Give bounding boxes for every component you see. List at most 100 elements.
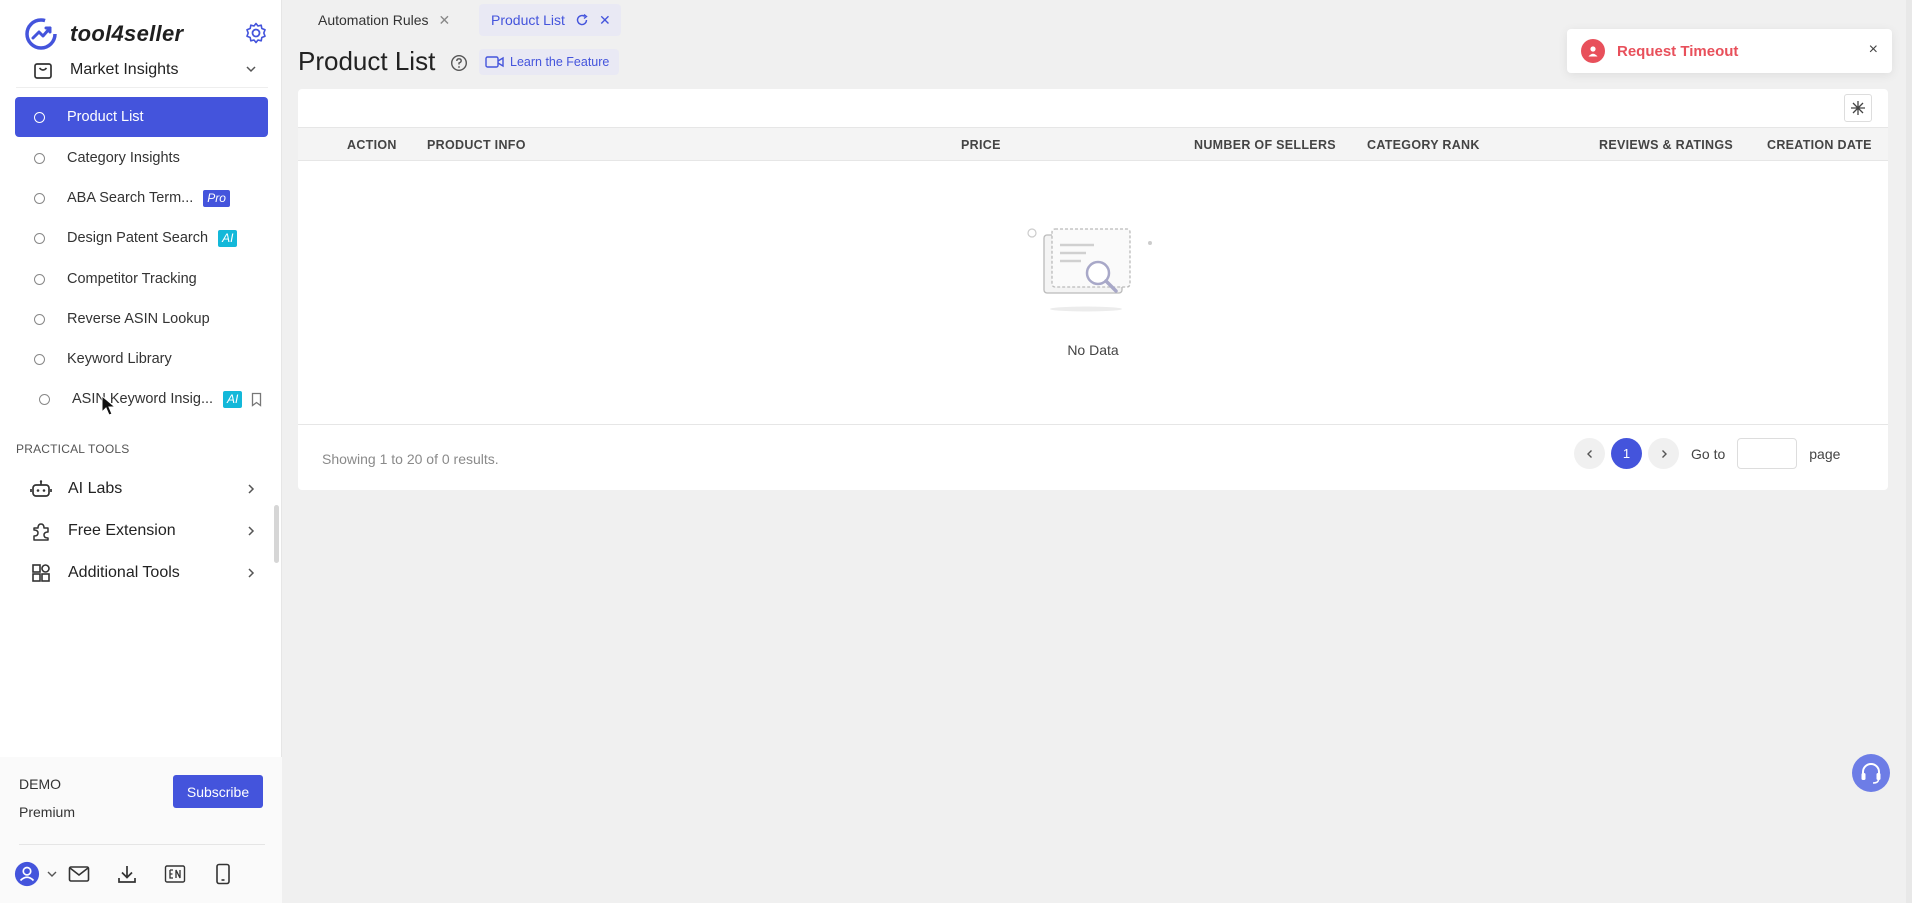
empty-state-illustration [1027,228,1152,312]
pro-badge: Pro [203,189,230,207]
download-button[interactable] [114,861,140,887]
column-header-creation-date: CREATION DATE [1767,138,1872,152]
page-number-current[interactable]: 1 [1611,438,1642,469]
sidebar-item-product-list[interactable]: Product List [15,97,268,137]
sidebar-item-design-patent-search[interactable]: Design Patent Search AI [15,218,268,258]
sidebar-item-asin-keyword-insights[interactable]: ASIN Keyword Insig... AI [20,379,273,419]
sidebar-item-keyword-library[interactable]: Keyword Library [15,339,268,379]
close-icon[interactable]: ✕ [439,12,451,29]
mouse-cursor-icon [101,395,117,416]
goto-label: Go to [1691,445,1726,462]
menu-group-label: Market Insights [70,60,179,78]
close-icon[interactable]: ✕ [599,12,611,29]
snowflake-icon [1851,101,1865,115]
mail-icon [68,866,90,882]
table-header: ACTION PRODUCT INFO PRICE NUMBER OF SELL… [298,127,1888,161]
sidebar-item-label: ASIN Keyword Insig... [72,391,214,407]
chevron-down-icon [246,66,256,73]
ai-badge: AI [223,390,243,408]
headset-icon [1861,763,1881,784]
apps-icon [32,564,50,582]
circle-icon [39,393,50,405]
tab-label: Automation Rules [318,12,429,28]
language-button[interactable] [162,861,188,887]
column-header-product-info: PRODUCT INFO [427,138,526,152]
menu-group-market-insights[interactable]: Market Insights [16,52,268,88]
circle-icon [34,111,45,123]
mobile-icon [216,863,230,885]
sidebar-item-competitor-tracking[interactable]: Competitor Tracking [15,259,268,299]
circle-icon [34,313,45,325]
section-label-practical-tools: PRACTICAL TOOLS [16,442,130,456]
brand-logo-icon [25,18,57,50]
sidebar: tool4seller Market Insights Product List… [0,0,282,903]
language-en-icon [164,865,186,883]
circle-icon [34,152,45,164]
error-toast: Request Timeout × [1567,29,1892,73]
refresh-icon[interactable] [575,13,589,27]
avatar[interactable] [14,861,40,887]
column-settings-button[interactable] [1844,94,1872,122]
sidebar-item-free-extension[interactable]: Free Extension [16,511,268,551]
footer-divider [19,844,265,845]
error-user-icon [1581,39,1605,63]
gear-icon[interactable] [244,21,268,45]
next-page-button[interactable] [1648,438,1679,469]
page-scrollbar[interactable] [1906,0,1912,903]
circle-icon [34,232,45,244]
sidebar-item-label: Design Patent Search [67,230,209,246]
account-name: DEMO [19,776,61,792]
close-icon[interactable]: × [1869,41,1878,59]
column-header-action: ACTION [347,138,397,152]
sidebar-item-ai-labs[interactable]: AI Labs [16,469,268,509]
table-footer-divider [298,424,1888,425]
learn-feature-button[interactable]: Learn the Feature [479,49,620,75]
table-toolbar [298,89,1888,127]
chevron-right-icon [248,568,255,578]
puzzle-icon [33,523,49,541]
page-title: Product List [298,46,436,76]
sidebar-scrollbar[interactable] [274,505,279,563]
product-table: ACTION PRODUCT INFO PRICE NUMBER OF SELL… [298,127,1888,490]
empty-state-text: No Data [1067,342,1119,358]
circle-icon [34,273,45,285]
sidebar-item-additional-tools[interactable]: Additional Tools [16,553,268,593]
circle-icon [34,192,45,204]
sidebar-item-label: AI Labs [68,480,123,497]
help-icon[interactable] [450,54,468,72]
chevron-left-icon [1586,449,1592,458]
brand[interactable]: tool4seller [24,14,183,54]
goto-page-input[interactable] [1737,438,1798,469]
tab-automation-rules[interactable]: Automation Rules ✕ [283,4,460,36]
bookmark-icon[interactable] [250,392,263,407]
chevron-right-icon [248,484,255,494]
column-header-category-rank: CATEGORY RANK [1367,138,1480,152]
sidebar-footer: DEMO Premium Subscribe [0,757,282,903]
chevron-right-icon [1661,449,1667,458]
chevron-right-icon [248,526,255,536]
download-icon [118,866,136,883]
pagination: 1 Go to page [1574,438,1840,469]
footer-icons [14,861,236,887]
sidebar-item-category-insights[interactable]: Category Insights [15,138,268,178]
tab-label: Product List [491,12,565,28]
shopping-bag-icon [34,62,52,79]
page-label: page [1809,445,1841,462]
subscribe-button[interactable]: Subscribe [173,775,263,808]
tab-product-list[interactable]: Product List ✕ [479,4,621,36]
mobile-button[interactable] [210,861,236,887]
mail-button[interactable] [66,861,92,887]
sidebar-item-aba-search-term[interactable]: ABA Search Term... Pro [15,178,268,218]
video-icon [485,56,504,68]
robot-icon [30,480,52,497]
prev-page-button[interactable] [1574,438,1605,469]
chevron-down-icon[interactable] [46,868,58,880]
column-header-price: PRICE [961,138,1001,152]
customer-support-button[interactable] [1852,754,1890,792]
sidebar-item-reverse-asin-lookup[interactable]: Reverse ASIN Lookup [15,299,268,339]
sidebar-item-label: Competitor Tracking [67,271,197,287]
sidebar-item-label: ABA Search Term... [67,190,194,206]
sidebar-item-label: Keyword Library [67,351,172,367]
ai-badge: AI [218,229,238,247]
column-header-number-of-sellers: NUMBER OF SELLERS [1194,138,1336,152]
